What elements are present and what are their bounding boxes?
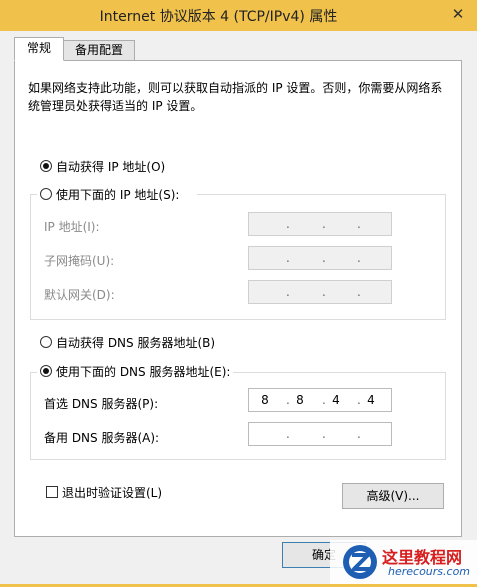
tab-general[interactable]: 常规 xyxy=(14,37,64,61)
ip-address-label: IP 地址(I): xyxy=(44,220,100,234)
watermark-url: herecours.com xyxy=(388,565,471,578)
window-title: Internet 协议版本 4 (TCP/IPv4) 属性 xyxy=(99,9,338,25)
alternate-dns-label: 备用 DNS 服务器(A): xyxy=(44,431,160,445)
dns-group-box xyxy=(30,372,446,460)
default-gateway-field[interactable]: . . . xyxy=(248,280,392,304)
default-gateway-label: 默认网关(D): xyxy=(44,288,115,302)
subnet-mask-field[interactable]: . . . xyxy=(248,246,392,270)
radio-auto-dns-label: 自动获得 DNS 服务器地址(B) xyxy=(56,336,216,350)
subnet-mask-label: 子网掩码(U): xyxy=(44,254,115,268)
radio-auto-ip[interactable] xyxy=(40,160,52,172)
radio-auto-ip-label: 自动获得 IP 地址(O) xyxy=(56,160,166,174)
close-icon[interactable]: ✕ xyxy=(445,3,471,25)
watermark: 这里教程网 herecours.com xyxy=(330,540,477,584)
validate-on-exit-checkbox[interactable] xyxy=(46,486,58,498)
radio-manual-ip-label: 使用下面的 IP 地址(S): xyxy=(56,188,180,202)
alternate-dns-field[interactable]: . . . xyxy=(248,422,392,446)
radio-manual-ip[interactable] xyxy=(40,188,52,200)
description-text: 如果网络支持此功能，则可以获取自动指派的 IP 设置。否则，你需要从网络系统管理… xyxy=(28,81,443,113)
validate-on-exit-label: 退出时验证设置(L) xyxy=(62,486,163,500)
radio-auto-dns[interactable] xyxy=(40,336,52,348)
radio-manual-dns-label: 使用下面的 DNS 服务器地址(E): xyxy=(56,365,231,379)
preferred-dns-label: 首选 DNS 服务器(P): xyxy=(44,397,159,411)
dialog-window: Internet 协议版本 4 (TCP/IPv4) 属性 ✕ 常规 备用配置 … xyxy=(0,0,477,584)
title-bar: Internet 协议版本 4 (TCP/IPv4) 属性 ✕ xyxy=(0,0,477,31)
radio-manual-dns[interactable] xyxy=(40,365,52,377)
preferred-dns-field[interactable]: 8 . 8 . 4 . 4 xyxy=(248,388,392,412)
tab-alternate-config[interactable]: 备用配置 xyxy=(63,40,135,61)
advanced-button[interactable]: 高级(V)... xyxy=(342,483,444,509)
ip-address-field[interactable]: . . . xyxy=(248,212,392,236)
